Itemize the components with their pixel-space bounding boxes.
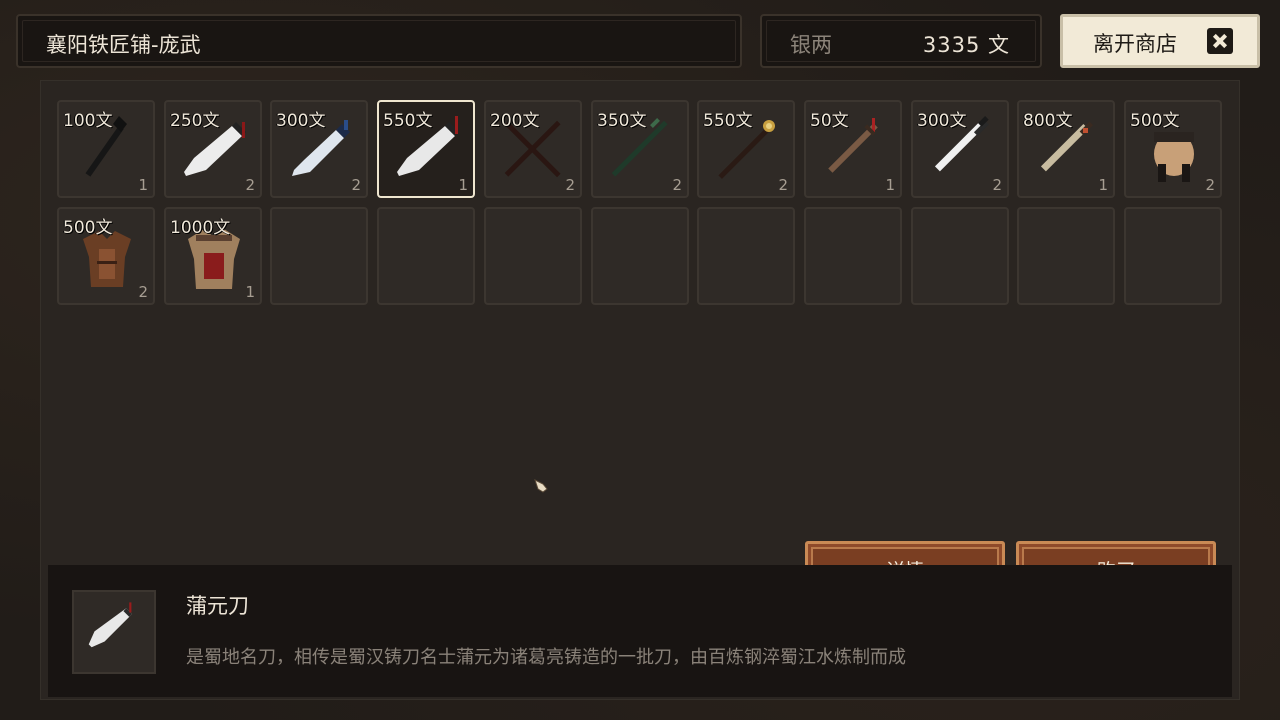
item-detail-panel: 蒲元刀 是蜀地名刀，相传是蜀汉铸刀名士蒲元为诸葛亮铸造的一批刀，由百炼钢淬蜀江水… bbox=[48, 565, 1232, 697]
item-quantity: 2 bbox=[1205, 176, 1215, 194]
shop-title-bar: 襄阳铁匠铺-庞武 bbox=[16, 14, 742, 68]
empty-item-slot[interactable] bbox=[270, 207, 368, 305]
item-price: 500文 bbox=[1130, 111, 1180, 131]
empty-item-slot[interactable] bbox=[804, 207, 902, 305]
item-quantity: 1 bbox=[885, 176, 895, 194]
item-quantity: 2 bbox=[138, 283, 148, 301]
item-quantity: 2 bbox=[672, 176, 682, 194]
item-price: 550文 bbox=[383, 111, 433, 131]
detail-item-name: 蒲元刀 bbox=[186, 594, 249, 618]
item-quantity: 2 bbox=[245, 176, 255, 194]
hand-cursor-icon bbox=[534, 479, 548, 493]
item-slot[interactable]: 500文 2 bbox=[1124, 100, 1222, 198]
detail-item-description: 是蜀地名刀，相传是蜀汉铸刀名士蒲元为诸葛亮铸造的一批刀，由百炼钢淬蜀江水炼制而成 bbox=[186, 647, 906, 668]
item-slot[interactable]: 550文 1 bbox=[377, 100, 475, 198]
currency-label: 银两 bbox=[790, 33, 832, 57]
close-icon[interactable] bbox=[1207, 28, 1233, 54]
leave-shop-label: 离开商店 bbox=[1093, 32, 1177, 56]
detail-item-icon-box bbox=[72, 590, 156, 674]
item-quantity: 1 bbox=[458, 176, 468, 194]
item-price: 500文 bbox=[63, 218, 113, 238]
item-slot[interactable]: 500文 2 bbox=[57, 207, 155, 305]
item-price: 1000文 bbox=[170, 218, 231, 238]
leave-shop-button[interactable]: 离开商店 bbox=[1060, 14, 1260, 68]
item-slot[interactable]: 200文 2 bbox=[484, 100, 582, 198]
item-price: 200文 bbox=[490, 111, 540, 131]
item-quantity: 2 bbox=[565, 176, 575, 194]
item-price: 300文 bbox=[276, 111, 326, 131]
item-quantity: 2 bbox=[992, 176, 1002, 194]
item-price: 550文 bbox=[703, 111, 753, 131]
item-quantity: 1 bbox=[245, 283, 255, 301]
item-price: 350文 bbox=[597, 111, 647, 131]
item-quantity: 1 bbox=[138, 176, 148, 194]
item-slot[interactable]: 50文 1 bbox=[804, 100, 902, 198]
currency-bar: 银两 3335 文 bbox=[760, 14, 1042, 68]
item-slot[interactable]: 300文 2 bbox=[270, 100, 368, 198]
empty-item-slot[interactable] bbox=[1124, 207, 1222, 305]
item-price: 300文 bbox=[917, 111, 967, 131]
item-price: 250文 bbox=[170, 111, 220, 131]
item-quantity: 2 bbox=[778, 176, 788, 194]
shop-title: 襄阳铁匠铺-庞武 bbox=[46, 33, 201, 57]
item-price: 50文 bbox=[810, 111, 849, 131]
item-slot[interactable]: 550文 2 bbox=[697, 100, 795, 198]
empty-item-slot[interactable] bbox=[1017, 207, 1115, 305]
empty-item-slot[interactable] bbox=[911, 207, 1009, 305]
item-quantity: 1 bbox=[1098, 176, 1108, 194]
item-quantity: 2 bbox=[351, 176, 361, 194]
item-slot[interactable]: 1000文 1 bbox=[164, 207, 262, 305]
item-slot[interactable]: 300文 2 bbox=[911, 100, 1009, 198]
item-slot[interactable]: 250文 2 bbox=[164, 100, 262, 198]
item-slot[interactable]: 100文 1 bbox=[57, 100, 155, 198]
empty-item-slot[interactable] bbox=[697, 207, 795, 305]
item-price: 800文 bbox=[1023, 111, 1073, 131]
item-slot[interactable]: 350文 2 bbox=[591, 100, 689, 198]
empty-item-slot[interactable] bbox=[484, 207, 582, 305]
red-tassel-blade-icon bbox=[88, 602, 133, 648]
empty-item-slot[interactable] bbox=[591, 207, 689, 305]
currency-value: 3335 文 bbox=[922, 33, 1010, 57]
empty-item-slot[interactable] bbox=[377, 207, 475, 305]
item-slot[interactable]: 800文 1 bbox=[1017, 100, 1115, 198]
item-price: 100文 bbox=[63, 111, 113, 131]
